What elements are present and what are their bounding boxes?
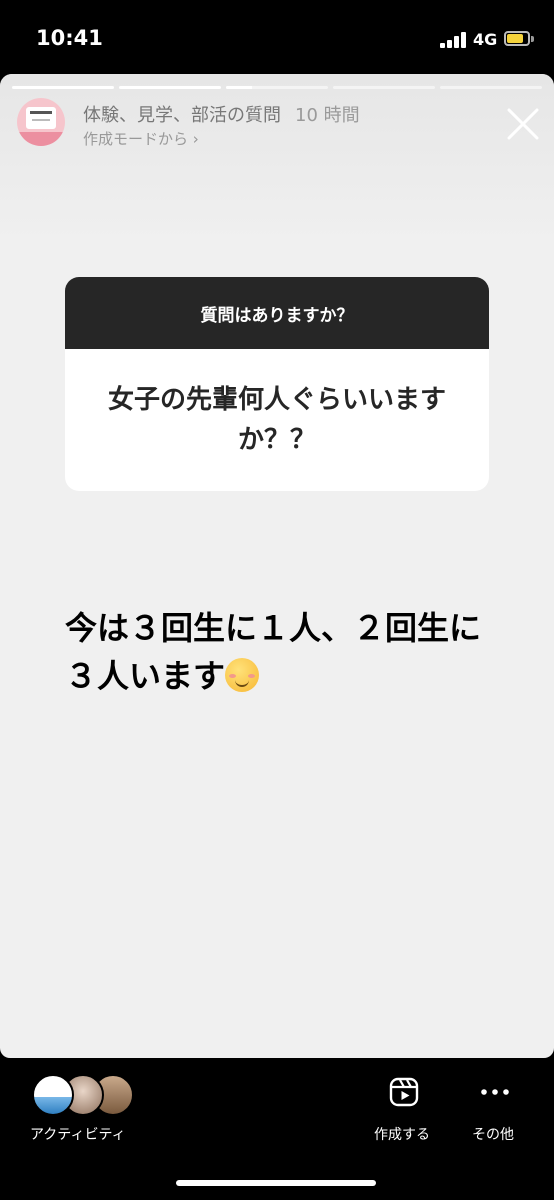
bottom-bar: アクティビティ 作成する その他 (0, 1058, 554, 1200)
progress-segment-fill (12, 86, 114, 89)
status-bar: 10:41 4G (0, 0, 554, 74)
close-icon[interactable] (506, 107, 540, 141)
story-top-shade (0, 74, 554, 244)
more-dots-icon[interactable] (480, 1088, 510, 1096)
battery-level (507, 34, 523, 43)
viewer-avatars[interactable] (32, 1074, 142, 1116)
progress-segment (119, 86, 221, 89)
story-time: 10 時間 (295, 105, 360, 126)
battery-tip (531, 36, 534, 42)
story-title-row[interactable]: 体験、見学、部活の質問 10 時間 (83, 101, 360, 127)
avatar-stripe (17, 132, 65, 146)
create-button[interactable]: 作成する (374, 1124, 430, 1144)
reels-icon[interactable] (389, 1077, 419, 1107)
more-button[interactable]: その他 (472, 1124, 514, 1144)
story-viewer[interactable]: 体験、見学、部活の質問 10 時間 作成モードから › 質問はありますか？ 女子の… (0, 74, 554, 1058)
status-time: 10:41 (36, 26, 103, 50)
answer-text: 今は３回生に１人、２回生に３人います (65, 609, 482, 695)
question-sticker[interactable]: 質問はありますか？ 女子の先輩何人ぐらいいますか？？ (65, 277, 489, 491)
story-subtitle-link[interactable]: 作成モードから › (83, 128, 199, 149)
progress-segment (333, 86, 435, 89)
sticker-header: 質問はありますか？ (65, 277, 489, 349)
progress-segment-fill (226, 86, 252, 89)
progress-segment (226, 86, 328, 89)
activity-button[interactable]: アクティビティ (30, 1124, 126, 1144)
home-indicator[interactable] (176, 1180, 376, 1186)
network-type: 4G (473, 30, 498, 49)
story-progress-bar (12, 86, 542, 89)
story-title: 体験、見学、部活の質問 (83, 105, 281, 126)
answer-text-block: 今は３回生に１人、２回生に３人います (65, 604, 505, 700)
question-sticker-thumbnail-icon (26, 107, 56, 129)
viewer-avatar (32, 1074, 74, 1116)
account-avatar[interactable] (17, 98, 65, 146)
battery-icon (504, 31, 530, 46)
smiling-face-icon (225, 658, 260, 692)
progress-segment (440, 86, 542, 89)
progress-segment (12, 86, 114, 89)
progress-segment-fill (119, 86, 221, 89)
signal-strength-icon (440, 32, 466, 48)
sticker-question: 女子の先輩何人ぐらいいますか？？ (107, 385, 446, 455)
